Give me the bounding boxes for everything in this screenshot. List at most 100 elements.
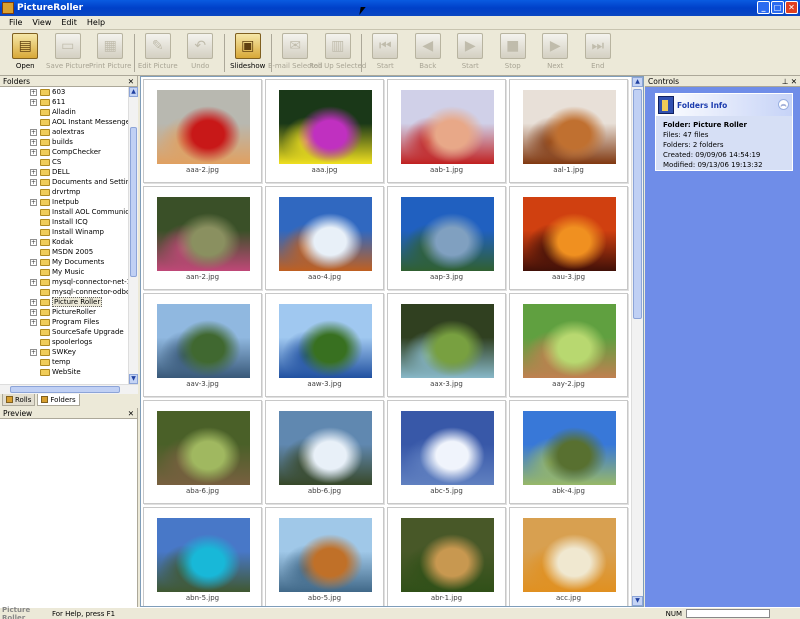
expand-plus-icon[interactable]: +	[30, 258, 37, 266]
scroll-down-icon[interactable]: ▼	[632, 596, 643, 606]
folder-tree-item[interactable]: + DELL	[0, 167, 128, 177]
menu-view[interactable]: View	[32, 18, 51, 27]
undo-button[interactable]: ↶ Undo	[179, 31, 222, 75]
thumbnail-card[interactable]: aan-2.jpg	[143, 186, 262, 290]
expand-plus-icon[interactable]: +	[30, 138, 37, 146]
play-button[interactable]: ▶ Start	[449, 31, 492, 75]
folder-tree-item[interactable]: Install Winamp	[0, 227, 128, 237]
expand-plus-icon[interactable]: +	[30, 298, 37, 306]
thumbnail-card[interactable]: abb-6.jpg	[265, 400, 384, 504]
maximize-button[interactable]: □	[771, 1, 784, 14]
back-button[interactable]: ◀ Back	[407, 31, 450, 75]
expand-plus-icon[interactable]: +	[30, 238, 37, 246]
edit-picture-button[interactable]: ✎ Edit Picture	[137, 31, 180, 75]
folder-tree-item[interactable]: AOL Instant Messenger	[0, 117, 128, 127]
folder-tree-item[interactable]: mysql-connector-odbc-3.	[0, 287, 128, 297]
pin-icon[interactable]: ⊥	[782, 77, 789, 86]
scroll-up-icon[interactable]: ▲	[632, 77, 643, 87]
save-picture-button[interactable]: ▭ Save Picture	[46, 31, 90, 75]
thumbnail-image[interactable]	[401, 90, 494, 164]
expand-plus-icon[interactable]: +	[30, 168, 37, 176]
expand-plus-icon[interactable]: +	[30, 128, 37, 136]
collapse-chevron-icon[interactable]: ︽	[778, 99, 789, 110]
folder-tree-item[interactable]: Install AOL Communicato	[0, 207, 128, 217]
scrollbar-thumb[interactable]	[130, 127, 137, 277]
end-button[interactable]: ⏭ End	[577, 31, 620, 75]
thumbnail-card[interactable]: aau-3.jpg	[509, 186, 628, 290]
expand-plus-icon[interactable]: +	[30, 308, 37, 316]
thumbnail-image[interactable]	[157, 518, 250, 592]
minimize-button[interactable]: _	[757, 1, 770, 14]
thumbnail-image[interactable]	[279, 90, 372, 164]
tab-rolls[interactable]: Rolls	[2, 394, 36, 406]
thumbnail-card[interactable]: aaw-3.jpg	[265, 293, 384, 397]
folder-tree-item[interactable]: Alladin	[0, 107, 128, 117]
folder-tree-item[interactable]: temp	[0, 357, 128, 367]
folder-tree-item[interactable]: SourceSafe Upgrade	[0, 327, 128, 337]
thumbnail-card[interactable]: acc.jpg	[509, 507, 628, 606]
thumbnail-card[interactable]: abn-5.jpg	[143, 507, 262, 606]
folder-tree-item[interactable]: MSDN 2005	[0, 247, 128, 257]
expand-plus-icon[interactable]: +	[30, 98, 37, 106]
expand-plus-icon[interactable]: +	[30, 198, 37, 206]
folder-tree-item[interactable]: + CompChecker	[0, 147, 128, 157]
thumbnail-image[interactable]	[401, 197, 494, 271]
slideshow-button[interactable]: ▣ Slideshow	[227, 31, 270, 75]
thumbnail-image[interactable]	[401, 518, 494, 592]
thumbnail-image[interactable]	[279, 411, 372, 485]
thumbnail-card[interactable]: abc-5.jpg	[387, 400, 506, 504]
start-button[interactable]: ⏮ Start	[364, 31, 407, 75]
folder-tree-item[interactable]: + Inetpub	[0, 197, 128, 207]
menu-file[interactable]: File	[9, 18, 22, 27]
folder-tree-item[interactable]: My Music	[0, 267, 128, 277]
folder-tree-item[interactable]: spoolerlogs	[0, 337, 128, 347]
thumbnail-image[interactable]	[157, 411, 250, 485]
print-picture-button[interactable]: ▦ Print Picture	[89, 31, 132, 75]
expand-plus-icon[interactable]: +	[30, 178, 37, 186]
expand-plus-icon[interactable]: +	[30, 148, 37, 156]
thumbnail-card[interactable]: abk-4.jpg	[509, 400, 628, 504]
folder-tree-item[interactable]: + Documents and Settings	[0, 177, 128, 187]
thumbnail-card[interactable]: abr-1.jpg	[387, 507, 506, 606]
folder-tree-vertical-scrollbar[interactable]: ▲ ▼	[128, 87, 138, 384]
folder-tree-item[interactable]: WebSite	[0, 367, 128, 377]
thumbnail-image[interactable]	[401, 304, 494, 378]
thumbnail-card[interactable]: aaa-2.jpg	[143, 79, 262, 183]
open-button[interactable]: ▤ Open	[4, 31, 47, 75]
thumbnail-image[interactable]	[523, 197, 616, 271]
folder-tree-item[interactable]: + My Documents	[0, 257, 128, 267]
folder-tree-item[interactable]: + SWKey	[0, 347, 128, 357]
controls-pane-close-icon[interactable]: ✕	[791, 77, 797, 86]
folder-tree-horizontal-scrollbar[interactable]	[0, 384, 138, 394]
menu-help[interactable]: Help	[87, 18, 105, 27]
thumbnail-image[interactable]	[279, 197, 372, 271]
thumbnail-card[interactable]: aal-1.jpg	[509, 79, 628, 183]
menu-edit[interactable]: Edit	[61, 18, 77, 27]
folder-tree-item[interactable]: CS	[0, 157, 128, 167]
stop-button[interactable]: ■ Stop	[492, 31, 535, 75]
tab-folders[interactable]: Folders	[37, 394, 80, 406]
thumbnail-image[interactable]	[157, 197, 250, 271]
thumbnail-image[interactable]	[279, 304, 372, 378]
folder-tree-item[interactable]: + PictureRoller	[0, 307, 128, 317]
thumbnail-card[interactable]: aap-3.jpg	[387, 186, 506, 290]
roll-up-selected-button[interactable]: ▥ Roll Up Selected	[309, 31, 366, 75]
folder-tree-item[interactable]: + Kodak	[0, 237, 128, 247]
folder-tree-item[interactable]: + aolextras	[0, 127, 128, 137]
thumbnail-card[interactable]: abo-5.jpg	[265, 507, 384, 606]
expand-plus-icon[interactable]: +	[30, 348, 37, 356]
close-button[interactable]: ✕	[785, 1, 798, 14]
thumbnail-card[interactable]: aao-4.jpg	[265, 186, 384, 290]
folder-tree-item[interactable]: + Program Files	[0, 317, 128, 327]
folder-tree-item[interactable]: Install ICQ	[0, 217, 128, 227]
folders-pane-close-icon[interactable]: ✕	[128, 77, 134, 86]
expand-plus-icon[interactable]: +	[30, 88, 37, 96]
thumbnail-image[interactable]	[523, 411, 616, 485]
thumbnail-card[interactable]: aba-6.jpg	[143, 400, 262, 504]
thumbnail-card[interactable]: aaa.jpg	[265, 79, 384, 183]
thumbnail-image[interactable]	[157, 90, 250, 164]
gallery-vertical-scrollbar[interactable]: ▲ ▼	[631, 77, 643, 606]
folder-tree-item[interactable]: + builds	[0, 137, 128, 147]
scroll-down-icon[interactable]: ▼	[129, 374, 138, 384]
expand-plus-icon[interactable]: +	[30, 278, 37, 286]
